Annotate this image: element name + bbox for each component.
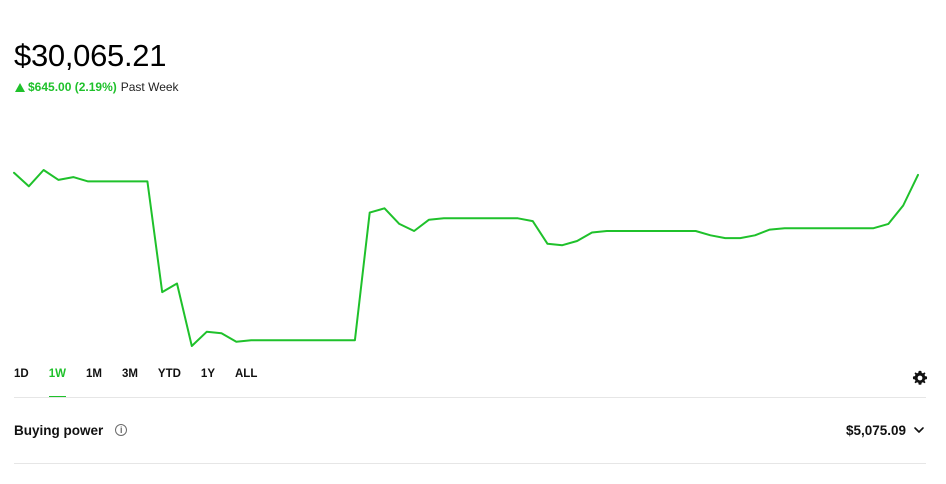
tab-1m[interactable]: 1M bbox=[86, 364, 102, 398]
change-amount: $645.00 (2.19%) bbox=[28, 80, 117, 94]
arrow-up-icon bbox=[15, 82, 25, 92]
change-period: Past Week bbox=[120, 80, 179, 94]
buying-power-label: Buying power bbox=[14, 422, 104, 438]
buying-power-value: $5,075.09 bbox=[845, 422, 906, 438]
portfolio-panel: $30,065.21 $645.00 (2.19%) Past Week 1D … bbox=[0, 0, 946, 484]
info-icon[interactable]: i bbox=[115, 424, 128, 436]
range-tabs: 1D 1W 1M 3M YTD 1Y ALL bbox=[14, 364, 277, 398]
tab-1y[interactable]: 1Y bbox=[201, 364, 215, 398]
buying-power-row[interactable]: Buying power i $5,075.09 bbox=[14, 410, 926, 450]
portfolio-line-chart[interactable] bbox=[0, 150, 946, 360]
portfolio-balance: $30,065.21 bbox=[14, 38, 167, 73]
tab-1d[interactable]: 1D bbox=[14, 364, 29, 398]
chevron-down-icon[interactable] bbox=[912, 423, 926, 437]
divider bbox=[14, 397, 926, 398]
divider bbox=[14, 463, 926, 464]
tab-ytd[interactable]: YTD bbox=[158, 364, 181, 398]
gear-icon[interactable] bbox=[912, 370, 928, 386]
portfolio-change: $645.00 (2.19%) Past Week bbox=[15, 79, 179, 95]
tab-all[interactable]: ALL bbox=[235, 364, 257, 398]
tab-1w[interactable]: 1W bbox=[48, 364, 67, 398]
series-line bbox=[13, 169, 919, 347]
tab-3m[interactable]: 3M bbox=[122, 364, 138, 398]
